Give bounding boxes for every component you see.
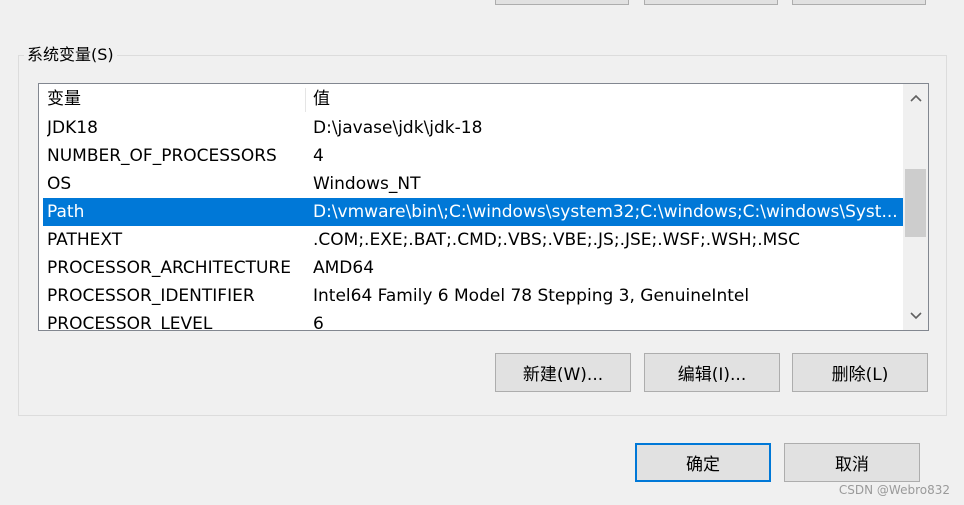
user-variable-edit-button[interactable] bbox=[644, 0, 778, 5]
variable-name: OS bbox=[47, 174, 72, 194]
table-row[interactable]: PROCESSOR_IDENTIFIER Intel64 Family 6 Mo… bbox=[43, 282, 903, 310]
list-header: 变量 值 bbox=[39, 84, 903, 114]
table-row[interactable]: JDK18 D:\javase\jdk\jdk-18 bbox=[43, 114, 903, 142]
table-row[interactable]: PROCESSOR_ARCHITECTURE AMD64 bbox=[43, 254, 903, 282]
variable-name: PROCESSOR_LEVEL bbox=[47, 314, 213, 331]
chevron-up-icon[interactable] bbox=[903, 84, 928, 112]
scrollbar-thumb[interactable] bbox=[905, 169, 926, 237]
variable-value: AMD64 bbox=[313, 258, 375, 278]
table-row[interactable]: PROCESSOR_LEVEL 6 bbox=[43, 310, 903, 331]
new-variable-button[interactable]: 新建(W)... bbox=[495, 353, 631, 392]
delete-variable-button[interactable]: 删除(L) bbox=[792, 353, 928, 392]
user-variable-delete-button[interactable] bbox=[792, 0, 926, 5]
variable-name: JDK18 bbox=[47, 118, 98, 138]
watermark: CSDN @Webro832 bbox=[838, 483, 950, 497]
edit-variable-button[interactable]: 编辑(I)... bbox=[644, 353, 780, 392]
variable-name: PROCESSOR_IDENTIFIER bbox=[47, 286, 255, 306]
variable-value: .COM;.EXE;.BAT;.CMD;.VBS;.VBE;.JS;.JSE;.… bbox=[313, 230, 801, 250]
variable-name: PROCESSOR_ARCHITECTURE bbox=[47, 258, 291, 278]
variable-name: PATHEXT bbox=[47, 230, 123, 250]
table-row-selected[interactable]: Path D:\vmware\bin\;C:\windows\system32;… bbox=[43, 198, 903, 226]
chevron-down-icon[interactable] bbox=[903, 302, 928, 330]
cancel-button[interactable]: 取消 bbox=[784, 443, 920, 482]
variable-value: 6 bbox=[313, 314, 324, 331]
variable-value: 4 bbox=[313, 146, 324, 166]
user-variable-new-button[interactable] bbox=[495, 0, 629, 5]
column-separator[interactable] bbox=[305, 88, 306, 112]
variable-value: Intel64 Family 6 Model 78 Stepping 3, Ge… bbox=[313, 286, 750, 306]
variable-value: D:\vmware\bin\;C:\windows\system32;C:\wi… bbox=[313, 202, 898, 222]
vertical-scrollbar[interactable] bbox=[903, 84, 928, 330]
column-header-variable[interactable]: 变量 bbox=[47, 85, 303, 113]
variable-value: Windows_NT bbox=[313, 174, 421, 194]
system-variables-list[interactable]: 变量 值 JDK18 D:\javase\jdk\jdk-18 NUMBER_O… bbox=[38, 83, 929, 331]
table-row[interactable]: OS Windows_NT bbox=[43, 170, 903, 198]
table-row[interactable]: PATHEXT .COM;.EXE;.BAT;.CMD;.VBS;.VBE;.J… bbox=[43, 226, 903, 254]
group-label: 系统变量(S) bbox=[24, 44, 117, 66]
variable-value: D:\javase\jdk\jdk-18 bbox=[313, 118, 483, 138]
column-header-value[interactable]: 值 bbox=[313, 85, 903, 113]
ok-button[interactable]: 确定 bbox=[635, 443, 771, 482]
table-row[interactable]: NUMBER_OF_PROCESSORS 4 bbox=[43, 142, 903, 170]
variable-name: NUMBER_OF_PROCESSORS bbox=[47, 146, 277, 166]
variable-name: Path bbox=[47, 202, 85, 222]
